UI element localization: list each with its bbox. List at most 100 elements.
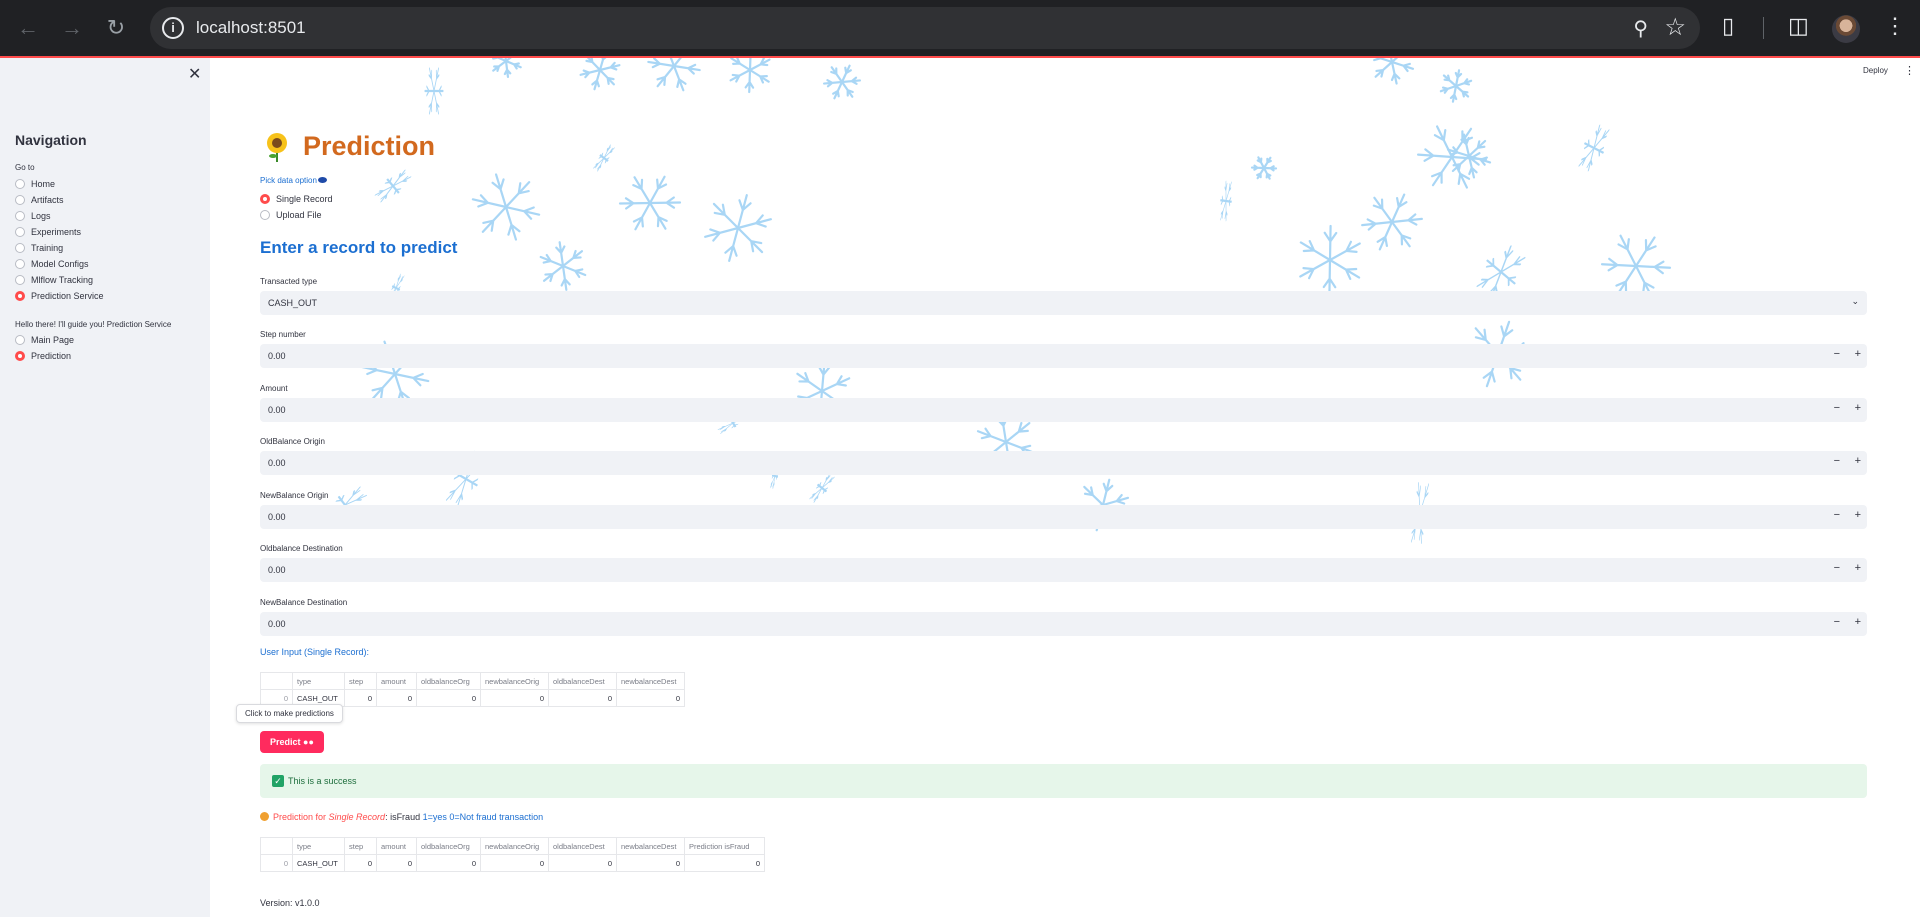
column-header[interactable] [260, 837, 293, 855]
radio-button[interactable] [15, 335, 25, 345]
column-header[interactable]: oldbalanceDest [548, 837, 617, 855]
sidebar-item-prediction-service[interactable]: Prediction Service [15, 288, 104, 304]
snowflake-icon [809, 473, 835, 503]
extensions-icon[interactable]: ▯ [1722, 13, 1734, 39]
column-header[interactable]: newbalanceDest [616, 672, 685, 690]
column-header[interactable]: Prediction isFraud [684, 837, 765, 855]
old-balance-destination-input[interactable]: 0.00 − + [260, 558, 1867, 582]
snowflake-icon [490, 58, 522, 78]
radio-button[interactable] [15, 351, 25, 361]
column-header[interactable]: newbalanceDest [616, 837, 685, 855]
sidebar-item-model-configs[interactable]: Model Configs [15, 256, 104, 272]
amount-value[interactable]: 0.00 [268, 405, 286, 415]
row-index: 0 [260, 854, 293, 872]
amount-plus-button[interactable]: + [1855, 402, 1861, 414]
old-balance-origin-input[interactable]: 0.00 − + [260, 451, 1867, 475]
radio-button[interactable] [260, 194, 270, 204]
radio-button[interactable] [15, 275, 25, 285]
url-text[interactable]: localhost:8501 [196, 18, 306, 38]
new-balance-destination-input[interactable]: 0.00 − + [260, 612, 1867, 636]
column-header[interactable]: step [344, 672, 377, 690]
sidebar-item-home[interactable]: Home [15, 176, 104, 192]
forward-icon[interactable]: → [58, 14, 86, 42]
sidebar-item-experiments[interactable]: Experiments [15, 224, 104, 240]
sidebar-item-artifacts[interactable]: Artifacts [15, 192, 104, 208]
sidebar-item-training[interactable]: Training [15, 240, 104, 256]
back-icon[interactable]: ← [14, 14, 42, 42]
new-origin-plus-button[interactable]: + [1855, 509, 1861, 521]
old-dest-plus-button[interactable]: + [1855, 562, 1861, 574]
column-header[interactable]: newbalanceOrig [480, 837, 549, 855]
new-dest-plus-button[interactable]: + [1855, 616, 1861, 628]
main-content: Deploy ⋮ Prediction Pick data option Sin… [210, 58, 1920, 917]
data-option-radio-group: Single Record Upload File [260, 191, 333, 223]
snowflake-icon [822, 64, 862, 100]
sidebar-item-mlflow-tracking[interactable]: Mlflow Tracking [15, 272, 104, 288]
data-option-upload-file[interactable]: Upload File [260, 207, 333, 223]
column-header[interactable] [260, 672, 293, 690]
table-cell: CASH_OUT [292, 854, 345, 872]
column-header[interactable]: amount [376, 672, 417, 690]
radio-button[interactable] [15, 227, 25, 237]
avatar[interactable] [1832, 15, 1860, 43]
old-balance-destination-value[interactable]: 0.00 [268, 565, 286, 575]
amount-input[interactable]: 0.00 − + [260, 398, 1867, 422]
close-icon[interactable]: ✕ [188, 64, 201, 84]
main-menu-icon[interactable]: ⋮ [1904, 64, 1915, 77]
new-balance-origin-value[interactable]: 0.00 [268, 512, 286, 522]
column-header[interactable]: type [292, 837, 345, 855]
old-dest-minus-button[interactable]: − [1834, 562, 1840, 574]
address-bar[interactable]: i localhost:8501 ⚲ ☆ [150, 7, 1700, 49]
table-cell: 0 [616, 854, 685, 872]
sidebar-item-label: Prediction Service [31, 291, 104, 301]
transacted-type-value: CASH_OUT [268, 298, 318, 308]
radio-button[interactable] [15, 211, 25, 221]
transacted-type-select[interactable]: CASH_OUT ⌄ [260, 291, 1867, 315]
radio-button[interactable] [15, 243, 25, 253]
column-header[interactable]: step [344, 837, 377, 855]
radio-button[interactable] [15, 259, 25, 269]
old-origin-plus-button[interactable]: + [1855, 455, 1861, 467]
table-cell: 0 [548, 689, 617, 707]
data-option-single-record[interactable]: Single Record [260, 191, 333, 207]
predict-button[interactable]: Predict ●● [260, 731, 324, 753]
sidebar-item-logs[interactable]: Logs [15, 208, 104, 224]
radio-button[interactable] [15, 195, 25, 205]
new-balance-destination-value[interactable]: 0.00 [268, 619, 286, 629]
deploy-button[interactable]: Deploy [1863, 66, 1888, 75]
radio-button[interactable] [260, 210, 270, 220]
step-minus-button[interactable]: − [1834, 348, 1840, 360]
radio-button[interactable] [15, 291, 25, 301]
step-number-input[interactable]: 0.00 − + [260, 344, 1867, 368]
sidepanel-icon[interactable]: ◫ [1788, 13, 1809, 39]
zoom-icon[interactable]: ⚲ [1633, 16, 1648, 41]
page-item-prediction[interactable]: Prediction [15, 348, 74, 364]
snowflake-icon [424, 67, 444, 115]
kebab-icon[interactable]: ⋮ [1884, 13, 1906, 39]
column-header[interactable]: oldbalanceDest [548, 672, 617, 690]
page-item-label: Main Page [31, 335, 75, 345]
step-plus-button[interactable]: + [1855, 348, 1861, 360]
column-header[interactable]: oldbalanceOrg [416, 672, 481, 690]
column-header[interactable]: type [292, 672, 345, 690]
snowflake-icon [1220, 180, 1232, 222]
star-icon[interactable]: ☆ [1664, 13, 1686, 42]
step-number-value[interactable]: 0.00 [268, 351, 286, 361]
info-icon[interactable]: i [162, 17, 184, 39]
page-title: Prediction [303, 131, 436, 161]
column-header[interactable]: amount [376, 837, 417, 855]
new-balance-origin-input[interactable]: 0.00 − + [260, 505, 1867, 529]
new-origin-minus-button[interactable]: − [1834, 509, 1840, 521]
old-origin-minus-button[interactable]: − [1834, 455, 1840, 467]
reload-icon[interactable]: ↻ [102, 14, 130, 42]
column-header[interactable]: oldbalanceOrg [416, 837, 481, 855]
column-header[interactable]: newbalanceOrig [480, 672, 549, 690]
chevron-down-icon[interactable]: ⌄ [1851, 296, 1859, 307]
new-dest-minus-button[interactable]: − [1834, 616, 1840, 628]
amount-minus-button[interactable]: − [1834, 402, 1840, 414]
prediction-output-table: type step amount oldbalanceOrg newbalanceOri… [260, 837, 765, 872]
transacted-type-label: Transacted type [260, 277, 318, 286]
page-item-main-page[interactable]: Main Page [15, 332, 74, 348]
radio-button[interactable] [15, 179, 25, 189]
old-balance-origin-value[interactable]: 0.00 [268, 458, 286, 468]
